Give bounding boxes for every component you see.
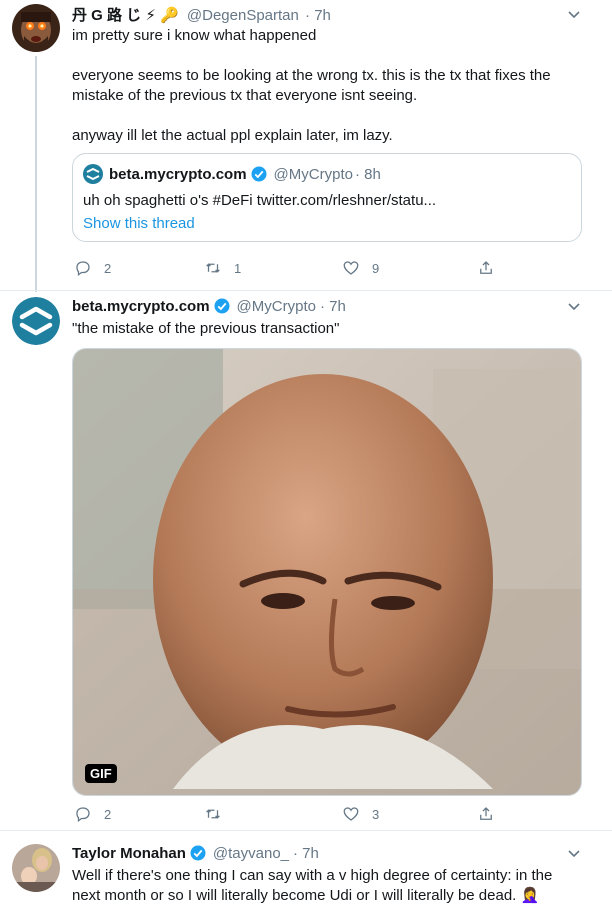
quoted-tweet[interactable]: beta.mycrypto.com @MyCrypto · 8h uh oh s…: [72, 153, 582, 242]
chevron-down-icon[interactable]: [566, 6, 582, 22]
reply-button[interactable]: 2: [74, 259, 111, 277]
like-button[interactable]: 3: [342, 805, 379, 823]
author-handle[interactable]: @DegenSpartan: [187, 7, 299, 24]
share-button[interactable]: [477, 259, 495, 277]
retweet-button[interactable]: [204, 805, 234, 823]
verified-icon: [214, 298, 230, 314]
like-count: 3: [372, 806, 380, 822]
like-icon: [343, 261, 359, 275]
avatar-tayvano[interactable]: [12, 844, 60, 892]
quoted-author-name: beta.mycrypto.com: [109, 165, 247, 183]
gif-badge: GIF: [85, 764, 117, 783]
tweet-header: beta.mycrypto.com @MyCrypto · 7h: [72, 297, 572, 315]
like-icon: [343, 807, 359, 821]
share-button[interactable]: [477, 805, 495, 823]
tweet-text: "the mistake of the previous transaction…: [72, 320, 340, 337]
tweet-actions: 2 3: [72, 805, 502, 825]
mycrypto-logo-icon: [83, 164, 103, 184]
reply-icon: [76, 807, 90, 823]
share-icon: [480, 807, 492, 820]
chevron-down-icon[interactable]: [566, 845, 582, 861]
tweet-degenspartan[interactable]: 丹 G 路 じ ⚡ 🔑 @DegenSpartan · 7h im pretty…: [0, 0, 612, 292]
tweet-text: Well if there's one thing I can say with…: [72, 867, 553, 904]
like-count: 9: [372, 260, 380, 276]
gif-frame: [73, 349, 581, 795]
gif-media[interactable]: GIF: [72, 348, 582, 796]
author-name[interactable]: beta.mycrypto.com: [72, 298, 210, 315]
author-name[interactable]: Taylor Monahan: [72, 845, 186, 862]
avatar-mycrypto[interactable]: [12, 297, 60, 345]
retweet-count: 1: [234, 260, 242, 276]
author-handle[interactable]: @MyCrypto: [237, 298, 316, 315]
show-thread-link[interactable]: Show this thread: [83, 215, 195, 232]
timestamp[interactable]: · 7h: [320, 298, 346, 315]
timestamp[interactable]: · 7h: [293, 845, 319, 862]
share-icon: [480, 261, 492, 274]
tweet-text: im pretty sure i know what happened ever…: [72, 27, 551, 144]
author-handle[interactable]: @tayvano_: [213, 845, 289, 862]
author-name[interactable]: 丹 G 路 じ ⚡ 🔑: [72, 7, 179, 24]
reply-button[interactable]: 2: [74, 805, 111, 823]
quoted-timestamp: · 8h: [354, 165, 381, 183]
verified-icon: [251, 166, 267, 182]
retweet-icon: [206, 809, 220, 819]
quoted-text: uh oh spaghetti o's #DeFi twitter.com/rl…: [83, 192, 437, 209]
retweet-icon: [206, 263, 220, 273]
tweet-header: Taylor Monahan @tayvano_ · 7h: [72, 844, 572, 862]
thread-line: [35, 56, 37, 292]
timestamp[interactable]: · 7h: [305, 7, 331, 24]
tweet-actions: 2 1 9: [72, 259, 502, 279]
tweet-divider: [0, 290, 612, 291]
quoted-author-handle: @MyCrypto: [273, 165, 353, 183]
like-button[interactable]: 9: [342, 259, 379, 277]
retweet-button[interactable]: 1: [204, 259, 241, 277]
reply-icon: [76, 261, 90, 277]
reply-count: 2: [104, 806, 112, 822]
avatar-degenspartan[interactable]: [12, 4, 60, 52]
reply-count: 2: [104, 260, 112, 276]
tweet-mycrypto[interactable]: beta.mycrypto.com @MyCrypto · 7h "the mi…: [0, 292, 612, 829]
tweet-tayvano[interactable]: Taylor Monahan @tayvano_ · 7h Well if th…: [0, 831, 612, 915]
chevron-down-icon[interactable]: [566, 298, 582, 314]
tweet-header: 丹 G 路 じ ⚡ 🔑 @DegenSpartan · 7h: [72, 4, 572, 25]
verified-icon: [190, 845, 206, 861]
